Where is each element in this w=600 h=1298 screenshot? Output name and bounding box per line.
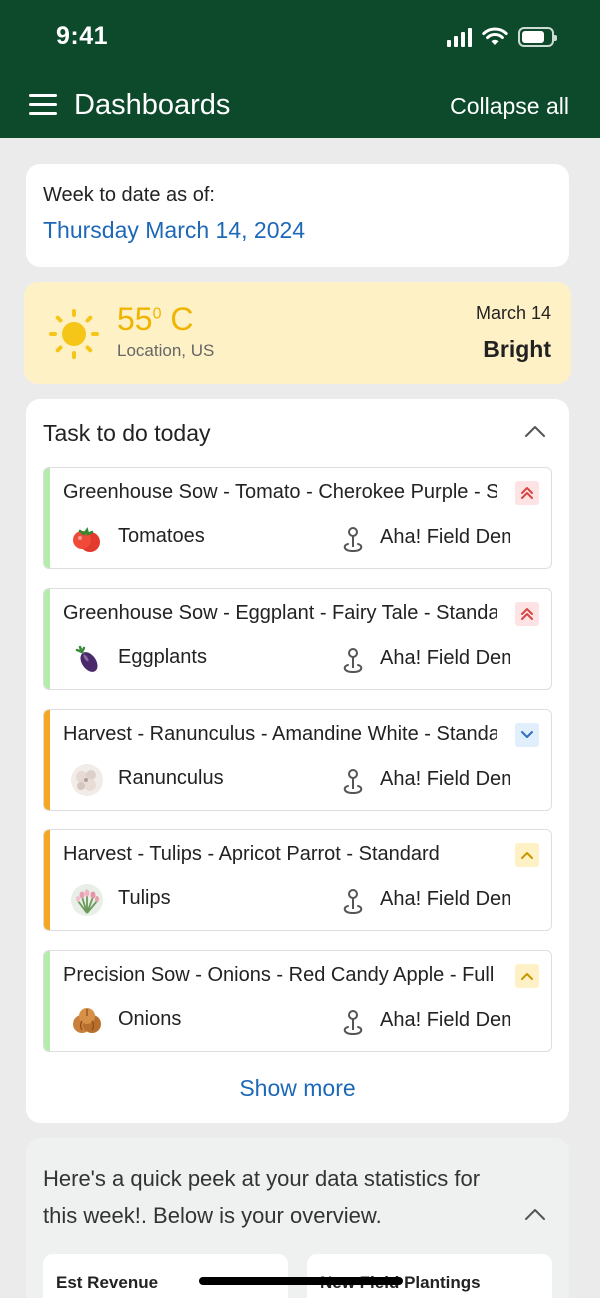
weather-condition: Bright <box>483 336 551 362</box>
stats-card: Here's a quick peek at your data statist… <box>26 1138 569 1298</box>
show-more-button[interactable]: Show more <box>26 1075 569 1102</box>
crop-name: Eggplants <box>118 646 207 668</box>
week-date-link[interactable]: Thursday March 14, 2024 <box>43 217 552 244</box>
tasks-card: Task to do today Greenhouse Sow - Tomato… <box>26 399 569 1123</box>
app-header: 9:41 Dashboards Collapse all <box>0 0 600 138</box>
field-name: Aha! Field Demo <box>380 888 510 910</box>
onion-icon <box>73 1008 101 1033</box>
field-name: Aha! Field Demo <box>380 1009 510 1031</box>
task-status-stripe <box>44 710 50 810</box>
task-title: Precision Sow - Onions - Red Candy Apple… <box>63 964 495 986</box>
sun-icon <box>49 309 99 359</box>
task-title: Harvest - Ranunculus - Amandine White - … <box>63 723 497 745</box>
chevron-up-icon[interactable] <box>523 1206 547 1222</box>
location-pin-icon <box>343 527 363 553</box>
chevron-up-icon[interactable] <box>523 423 547 439</box>
task-title: Harvest - Tulips - Apricot Parrot - Stan… <box>63 843 440 865</box>
priority-highest-icon <box>515 481 539 505</box>
collapse-all-button[interactable]: Collapse all <box>450 93 569 120</box>
cellular-signal-icon <box>447 27 472 47</box>
weather-date: March 14 <box>475 303 551 323</box>
crop-name: Tulips <box>118 887 171 909</box>
priority-medium-icon <box>515 964 539 988</box>
hamburger-menu-icon[interactable] <box>29 94 57 116</box>
priority-medium-icon <box>515 843 539 867</box>
battery-icon <box>518 27 557 47</box>
priority-low-icon <box>515 723 539 747</box>
eggplant-icon <box>75 645 98 672</box>
tasks-heading: Task to do today <box>43 420 211 446</box>
page-title: Dashboards <box>74 89 231 121</box>
weather-location: Location, US <box>117 341 215 360</box>
task-item[interactable]: Precision Sow - Onions - Red Candy Apple… <box>43 950 552 1052</box>
crop-name: Ranunculus <box>118 767 224 789</box>
tulip-icon <box>71 884 103 916</box>
new-field-plantings-card[interactable]: New Field Plantings <box>307 1254 552 1298</box>
location-pin-icon <box>343 648 363 674</box>
task-item[interactable]: Greenhouse Sow - Tomato - Cherokee Purpl… <box>43 467 552 569</box>
location-pin-icon <box>343 1010 363 1036</box>
crop-name: Tomatoes <box>118 525 205 547</box>
week-label: Week to date as of: <box>43 184 215 206</box>
est-revenue-card[interactable]: Est Revenue <box>43 1254 288 1298</box>
week-to-date-card: Week to date as of: Thursday March 14, 2… <box>26 164 569 267</box>
weather-card <box>24 282 571 384</box>
status-time: 9:41 <box>56 22 109 50</box>
task-status-stripe <box>44 830 50 930</box>
task-status-stripe <box>44 589 50 689</box>
task-item[interactable]: Greenhouse Sow - Eggplant - Fairy Tale -… <box>43 588 552 690</box>
location-pin-icon <box>343 889 363 915</box>
task-title: Greenhouse Sow - Eggplant - Fairy Tale -… <box>63 602 497 624</box>
status-icons <box>447 27 557 47</box>
task-item[interactable]: Harvest - Ranunculus - Amandine White - … <box>43 709 552 811</box>
field-name: Aha! Field Demo <box>380 526 510 548</box>
stat-label: Est Revenue <box>56 1273 159 1292</box>
task-status-stripe <box>44 951 50 1051</box>
location-pin-icon <box>343 769 363 795</box>
task-title: Greenhouse Sow - Tomato - Cherokee Purpl… <box>63 481 497 503</box>
ranunculus-icon <box>71 764 103 796</box>
temperature: 550 C <box>117 301 194 337</box>
crop-name: Onions <box>118 1008 182 1030</box>
task-item[interactable]: Harvest - Tulips - Apricot Parrot - Stan… <box>43 829 552 931</box>
tomato-icon <box>73 527 100 552</box>
priority-highest-icon <box>515 602 539 626</box>
wifi-icon <box>482 27 508 45</box>
field-name: Aha! Field Demo <box>380 768 510 790</box>
stats-intro: Here's a quick peek at your data statist… <box>43 1166 481 1228</box>
field-name: Aha! Field Demo <box>380 647 510 669</box>
task-status-stripe <box>44 468 50 568</box>
home-indicator <box>199 1277 403 1285</box>
